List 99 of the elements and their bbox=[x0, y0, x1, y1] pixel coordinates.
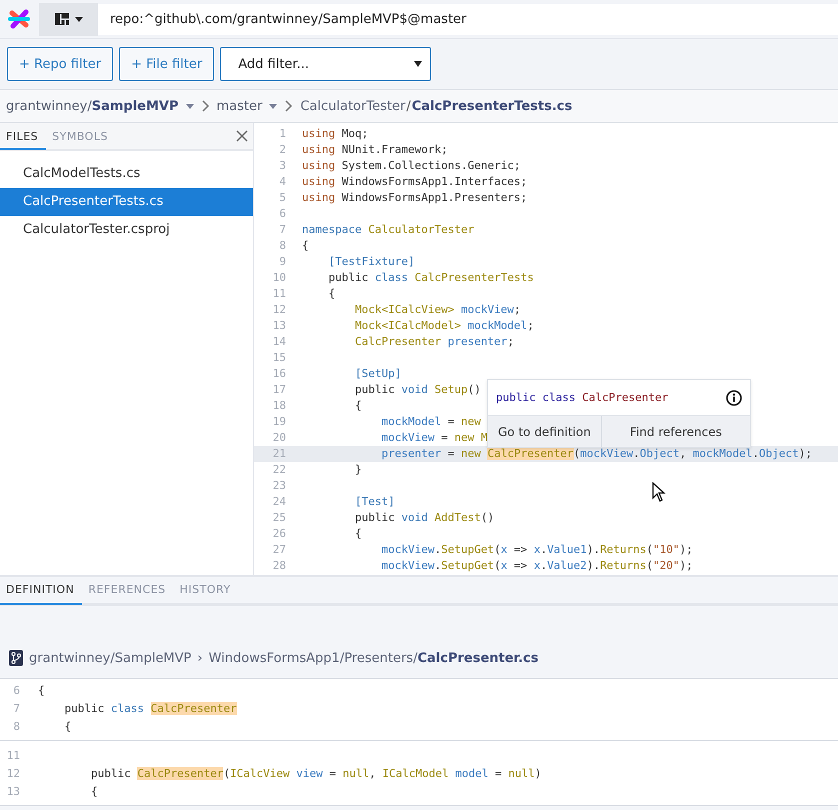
file-link[interactable]: CalcPresenterTests.cs bbox=[412, 98, 572, 114]
type-signature: public class CalcPresenter bbox=[496, 391, 668, 404]
repo-link[interactable]: grantwinney/SampleMVP bbox=[29, 650, 192, 666]
filter-dropdown[interactable]: Add filter... bbox=[220, 47, 432, 81]
code-line: mockModel = new bbox=[380, 414, 481, 430]
file-link[interactable]: CalcPresenter.cs bbox=[417, 650, 538, 666]
branch-link[interactable]: master bbox=[216, 98, 262, 114]
chevron-icon bbox=[200, 100, 210, 112]
line-number: 2 bbox=[278, 142, 287, 158]
line-number: 11 bbox=[272, 286, 287, 302]
filter-button[interactable]: + Repo filter bbox=[7, 47, 114, 81]
line-number: 11 bbox=[6, 748, 21, 764]
search-field[interactable]: repo:^github\.com/grantwinney/SampleMVP$@master bbox=[98, 4, 838, 34]
code-line: { bbox=[63, 719, 72, 735]
code-line: mockView.SetupGet(x => x.Value1).Returns("10"); bbox=[380, 542, 693, 558]
dropdown-label: Add filter... bbox=[238, 56, 309, 72]
line-number: 5 bbox=[278, 190, 287, 206]
filter-button[interactable]: + File filter bbox=[119, 47, 214, 81]
caret-icon bbox=[74, 16, 82, 22]
line-number: 28 bbox=[272, 558, 287, 574]
tooltip-action[interactable]: Go to definition bbox=[488, 416, 602, 447]
code-line: [SetUp] bbox=[354, 366, 402, 382]
code-line: } bbox=[354, 462, 362, 478]
line-number: 6 bbox=[278, 206, 287, 222]
code-line: { bbox=[38, 683, 45, 699]
tooltip-action[interactable]: Find references bbox=[602, 416, 750, 447]
sidebar-tab[interactable]: FILES bbox=[0, 124, 46, 150]
code-line: using WindowsFormsApp1.Presenters; bbox=[302, 190, 528, 206]
line-number: 12 bbox=[272, 302, 287, 318]
code-line: mockView.SetupGet(x => x.Value2).Returns("20"); bbox=[380, 558, 693, 574]
line-number: 12 bbox=[6, 766, 21, 782]
layout-button[interactable] bbox=[39, 2, 98, 36]
info-icon bbox=[726, 390, 742, 406]
line-number: 7 bbox=[278, 222, 287, 238]
mouse-pointer-icon bbox=[652, 482, 666, 502]
code-line: public class CalcPresenterTests bbox=[327, 270, 534, 286]
line-number: 10 bbox=[272, 270, 287, 286]
caret-icon bbox=[269, 104, 278, 108]
line-number: 23 bbox=[272, 478, 287, 494]
repo-link[interactable]: grantwinney/SampleMVP bbox=[6, 98, 178, 114]
line-number: 13 bbox=[6, 784, 21, 800]
code-line: namespace CalculatorTester bbox=[302, 222, 474, 238]
path-separator: › bbox=[197, 650, 203, 666]
folder-link[interactable]: CalculatorTester bbox=[300, 98, 406, 114]
line-number: 4 bbox=[278, 174, 287, 190]
folder-link[interactable]: WindowsFormsApp1/Presenters/ bbox=[208, 650, 418, 666]
file-item[interactable]: CalculatorTester.csproj bbox=[0, 216, 253, 244]
repo-icon bbox=[9, 650, 23, 666]
code-line: mockView = new M bbox=[380, 430, 488, 446]
line-number: 14 bbox=[272, 334, 287, 350]
line-number: 13 bbox=[272, 318, 287, 334]
line-number: 20 bbox=[272, 430, 287, 446]
line-number: 6 bbox=[12, 683, 21, 699]
file-item[interactable]: CalcPresenterTests.cs bbox=[0, 188, 253, 216]
code-line: CalcPresenter presenter; bbox=[354, 334, 514, 350]
line-number: 18 bbox=[272, 398, 287, 414]
line-number: 27 bbox=[272, 542, 287, 558]
file-item[interactable]: CalcModelTests.cs bbox=[0, 160, 253, 188]
code-line: [TestFixture] bbox=[327, 254, 415, 270]
code-line: using System.Collections.Generic; bbox=[302, 158, 521, 174]
code-line: { bbox=[327, 286, 336, 302]
code-line: { bbox=[354, 526, 362, 542]
code-line: public void AddTest() bbox=[354, 510, 494, 526]
line-number: 26 bbox=[272, 526, 287, 542]
code-line: Mock<ICalcModel> mockModel; bbox=[354, 318, 534, 334]
layout-icon bbox=[54, 13, 68, 25]
line-number: 8 bbox=[12, 719, 21, 735]
code-line: [Test] bbox=[354, 494, 395, 510]
panel-tab[interactable]: DEFINITION bbox=[0, 577, 82, 605]
code-line: { bbox=[302, 238, 309, 254]
caret-icon bbox=[414, 61, 422, 67]
line-number: 9 bbox=[278, 254, 287, 270]
line-number: 17 bbox=[272, 382, 287, 398]
path-separator: / bbox=[406, 98, 411, 114]
code-line: { bbox=[354, 398, 362, 414]
code-line: using Moq; bbox=[302, 126, 368, 142]
code-line: Mock<ICalcView> mockView; bbox=[354, 302, 521, 318]
line-number: 7 bbox=[12, 701, 21, 717]
line-number: 15 bbox=[272, 350, 287, 366]
line-number: 25 bbox=[272, 510, 287, 526]
code-line: using NUnit.Framework; bbox=[302, 142, 448, 158]
line-number: 16 bbox=[272, 366, 287, 382]
code-line: { bbox=[90, 784, 98, 800]
code-line: using WindowsFormsApp1.Interfaces; bbox=[302, 174, 528, 190]
line-number: 22 bbox=[272, 462, 287, 478]
code-line: public CalcPresenter(ICalcView view = null, ICalcModel model = null) bbox=[90, 766, 542, 782]
line-number: 21 bbox=[272, 446, 287, 462]
line-number: 1 bbox=[278, 126, 287, 142]
caret-icon bbox=[186, 104, 194, 108]
line-number: 8 bbox=[278, 238, 287, 254]
chevron-icon bbox=[284, 100, 294, 112]
logo-icon bbox=[7, 7, 31, 31]
close-icon bbox=[236, 130, 248, 142]
line-number: 24 bbox=[272, 494, 287, 510]
code-line: public class CalcPresenter bbox=[63, 701, 237, 717]
line-number: 3 bbox=[278, 158, 287, 174]
code-line: public void Setup() bbox=[354, 382, 481, 398]
line-number: 19 bbox=[272, 414, 287, 430]
code-line: presenter = new CalcPresenter(mockView.Object, mockModel.Object); bbox=[380, 446, 812, 462]
